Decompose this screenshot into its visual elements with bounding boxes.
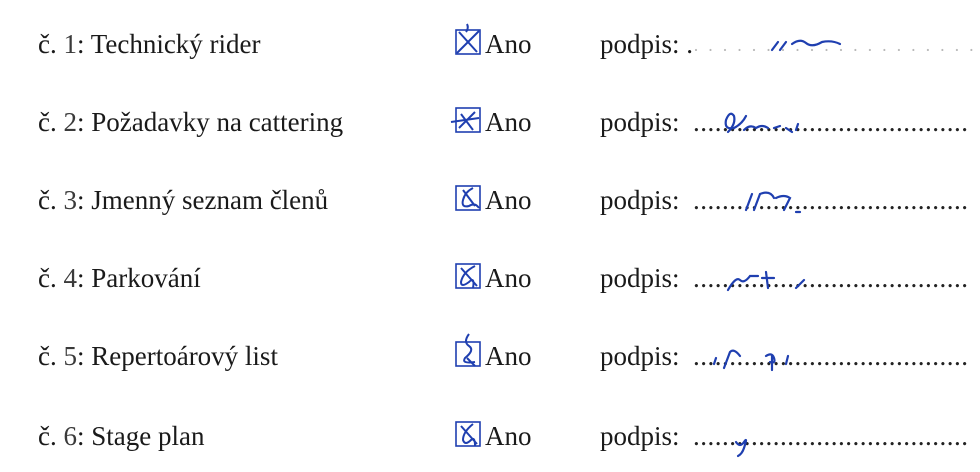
checked-checkbox-icon[interactable] <box>453 182 483 212</box>
attachment-label: č. 3: Jmenný seznam členů <box>38 185 329 215</box>
attachment-row-5: č. 5: Repertoárový list Ano podpis: ....… <box>0 324 980 384</box>
signature-label: podpis: <box>600 341 680 371</box>
handwritten-signature <box>700 250 960 300</box>
signature-label: podpis: . <box>600 29 694 59</box>
checked-checkbox-icon[interactable] <box>450 104 483 134</box>
option-ano: Ano <box>485 421 532 451</box>
checked-checkbox-icon[interactable] <box>453 333 483 368</box>
attachment-row-4: č. 4: Parkování Ano podpis: ............… <box>0 246 980 306</box>
attachment-row-1: č. 1: Technický rider Ano podpis: . · · … <box>0 12 980 72</box>
handwritten-signature <box>700 328 960 378</box>
document: č. 1: Technický rider Ano podpis: . · · … <box>0 0 980 472</box>
attachment-row-2: č. 2: Požadavky na cattering Ano podpis:… <box>0 90 980 150</box>
checked-checkbox-icon[interactable] <box>453 418 483 448</box>
attachment-label: č. 2: Požadavky na cattering <box>38 107 344 137</box>
signature-label: podpis: <box>600 421 680 451</box>
handwritten-signature <box>700 172 960 222</box>
attachment-label: č. 6: Stage plan <box>38 421 205 451</box>
handwritten-signature <box>700 16 960 66</box>
attachment-label: č. 1: Technický rider <box>38 29 261 59</box>
option-ano: Ano <box>485 29 532 59</box>
option-ano: Ano <box>485 107 532 137</box>
checked-checkbox-icon[interactable] <box>453 260 483 290</box>
attachment-row-6: č. 6: Stage plan Ano podpis: ...........… <box>0 404 980 464</box>
handwritten-signature <box>700 408 960 458</box>
attachment-label: č. 5: Repertoárový list <box>38 341 278 371</box>
signature-label: podpis: <box>600 263 680 293</box>
signature-label: podpis: <box>600 185 680 215</box>
option-ano: Ano <box>485 185 532 215</box>
checked-checkbox-icon[interactable] <box>453 23 483 56</box>
attachment-label: č. 4: Parkování <box>38 263 201 293</box>
attachment-row-3: č. 3: Jmenný seznam členů Ano podpis: ..… <box>0 168 980 228</box>
option-ano: Ano <box>485 263 532 293</box>
handwritten-signature <box>700 94 960 144</box>
signature-label: podpis: <box>600 107 680 137</box>
option-ano: Ano <box>485 341 532 371</box>
